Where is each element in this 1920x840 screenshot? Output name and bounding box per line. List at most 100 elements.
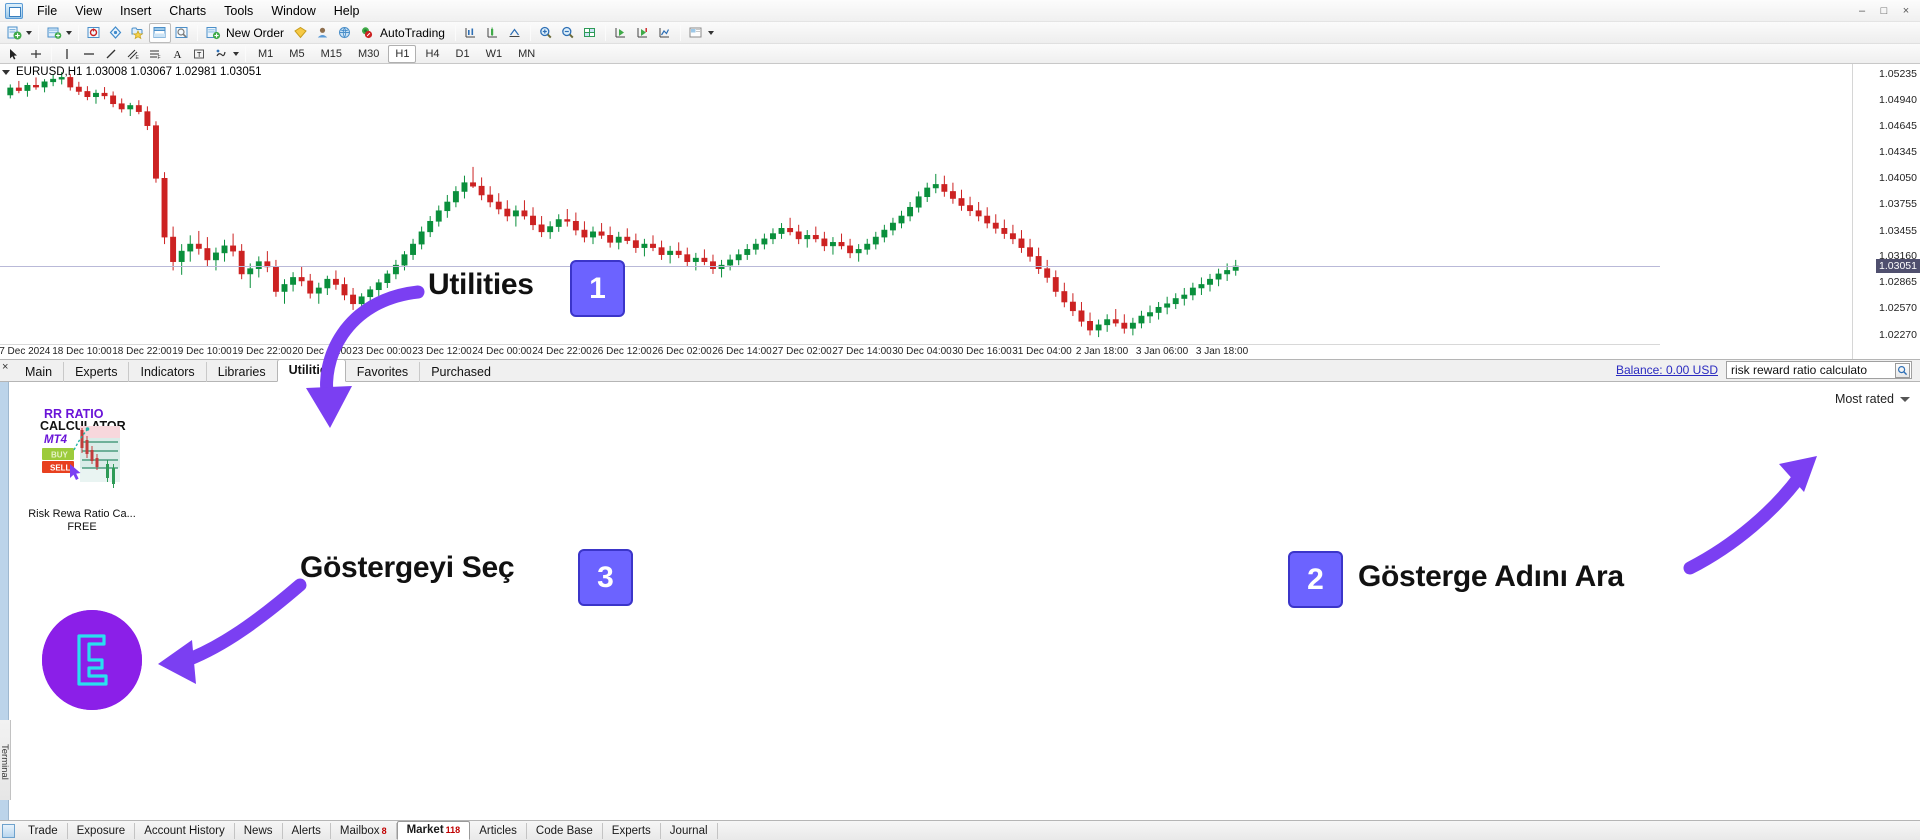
text-label-icon[interactable]: T [188, 44, 210, 64]
search-icon[interactable] [1895, 363, 1910, 378]
period-separators-icon[interactable] [482, 23, 504, 43]
market-tab-indicators[interactable]: Indicators [129, 362, 206, 382]
autotrading-label[interactable]: AutoTrading [378, 26, 451, 40]
market-tab-main[interactable]: Main [14, 362, 64, 382]
timeframe-w1[interactable]: W1 [479, 45, 510, 63]
menu-window[interactable]: Window [262, 1, 324, 21]
menu-help[interactable]: Help [325, 1, 369, 21]
terminal-tab-trade[interactable]: Trade [19, 823, 68, 839]
price-tick: 1.05235 [1879, 68, 1917, 80]
time-tick: 19 Dec 22:00 [232, 346, 292, 357]
terminal-tab-mailbox[interactable]: Mailbox8 [331, 823, 397, 839]
price-axis[interactable]: 1.052351.049401.046451.043451.040501.037… [1852, 64, 1920, 360]
tab-label: Alerts [292, 825, 321, 837]
timeframe-m5[interactable]: M5 [282, 45, 311, 63]
menu-charts[interactable]: Charts [160, 1, 215, 21]
menu-insert[interactable]: Insert [111, 1, 160, 21]
menu-tools[interactable]: Tools [215, 1, 262, 21]
terminal-tab-code-base[interactable]: Code Base [527, 823, 603, 839]
chevron-down-icon[interactable] [1900, 397, 1910, 402]
horizontal-line-icon[interactable] [78, 44, 100, 64]
timeframe-m30[interactable]: M30 [351, 45, 386, 63]
close-button[interactable]: × [1896, 3, 1916, 19]
terminal-tab-news[interactable]: News [235, 823, 283, 839]
fibonacci-icon[interactable]: F [144, 44, 166, 64]
terminal-tab-bar: Trade Exposure Account History News Aler… [0, 820, 1920, 840]
shapes-icon[interactable] [210, 44, 232, 64]
vertical-line-icon[interactable] [56, 44, 78, 64]
equidistant-channel-icon[interactable]: E [122, 44, 144, 64]
menu-file[interactable]: File [28, 1, 66, 21]
chart-collapse-icon[interactable] [2, 70, 10, 75]
data-window-icon[interactable] [105, 23, 127, 43]
time-axis: 17 Dec 202418 Dec 10:0018 Dec 22:0019 De… [0, 344, 1660, 359]
navigator-icon[interactable] [127, 23, 149, 43]
metaeditor-icon[interactable] [290, 23, 312, 43]
market-tab-experts[interactable]: Experts [64, 362, 129, 382]
market-tab-purchased[interactable]: Purchased [420, 362, 502, 382]
expert-advisors-icon[interactable] [312, 23, 334, 43]
autotrading-icon[interactable] [356, 23, 378, 43]
templates-icon[interactable] [685, 23, 707, 43]
templates-dropdown-icon[interactable] [708, 31, 714, 35]
timeframe-m1[interactable]: M1 [251, 45, 280, 63]
search-input[interactable]: risk reward ratio calculato [1726, 361, 1912, 379]
product-thumbnail[interactable]: RR RATIO CALCULATOR MT4 [30, 398, 134, 502]
zoom-out-icon[interactable] [557, 23, 579, 43]
menu-view[interactable]: View [66, 1, 111, 21]
crosshair-cursor-icon[interactable] [25, 44, 47, 64]
market-tab-libraries[interactable]: Libraries [207, 362, 277, 382]
profiles-dropdown-icon[interactable] [66, 31, 72, 35]
new-chart-icon[interactable] [3, 23, 25, 43]
timeframe-m15[interactable]: M15 [314, 45, 349, 63]
price-tick: 1.04345 [1879, 146, 1917, 158]
product-card[interactable]: RR RATIO CALCULATOR MT4 [27, 398, 137, 533]
terminal-icon[interactable] [2, 824, 15, 838]
app-logo-icon [5, 3, 23, 19]
timeframe-h1[interactable]: H1 [388, 45, 416, 63]
profiles-group [43, 23, 74, 43]
terminal-tab-exposure[interactable]: Exposure [68, 823, 136, 839]
product-name: Risk Rewa Ratio Ca... [27, 508, 137, 520]
maximize-button[interactable]: □ [1874, 3, 1894, 19]
crosshair-icon[interactable] [504, 23, 526, 43]
market-tab-favorites[interactable]: Favorites [346, 362, 420, 382]
terminal-tab-experts[interactable]: Experts [603, 823, 661, 839]
globe-icon[interactable] [334, 23, 356, 43]
text-icon[interactable]: A [166, 44, 188, 64]
new-order-icon[interactable] [202, 23, 224, 43]
profiles-icon[interactable] [43, 23, 65, 43]
market-panel: × Main Experts Indicators Libraries Util… [0, 360, 1920, 820]
shapes-dropdown-icon[interactable] [233, 52, 239, 56]
timeframe-d1[interactable]: D1 [449, 45, 477, 63]
line-chart-icon[interactable] [654, 23, 676, 43]
zoom-in-icon[interactable] [535, 23, 557, 43]
terminal-tab-alerts[interactable]: Alerts [283, 823, 331, 839]
terminal-tab-journal[interactable]: Journal [661, 823, 718, 839]
price-tick: 1.04645 [1879, 120, 1917, 132]
timeframe-h4[interactable]: H4 [418, 45, 446, 63]
timeframe-mn[interactable]: MN [511, 45, 542, 63]
sort-dropdown[interactable]: Most rated [1835, 392, 1910, 406]
new-chart-dropdown-icon[interactable] [26, 31, 32, 35]
market-watch-icon[interactable] [83, 23, 105, 43]
cursor-icon[interactable] [3, 44, 25, 64]
terminal-tab-market[interactable]: Market118 [397, 821, 471, 840]
svg-text:A: A [174, 49, 182, 61]
candlestick-chart-icon[interactable] [632, 23, 654, 43]
minimize-button[interactable]: – [1852, 3, 1872, 19]
terminal-icon[interactable] [149, 23, 171, 43]
strategy-tester-icon[interactable] [171, 23, 193, 43]
tile-windows-icon[interactable] [579, 23, 601, 43]
trendline-icon[interactable] [100, 44, 122, 64]
bar-chart-icon[interactable] [610, 23, 632, 43]
new-order-label[interactable]: New Order [224, 26, 290, 40]
terminal-tab-account-history[interactable]: Account History [135, 823, 235, 839]
market-close-icon[interactable]: × [2, 362, 8, 373]
balance-link[interactable]: Balance: 0.00 USD [1616, 363, 1718, 377]
market-tab-utilities[interactable]: Utilities [277, 359, 346, 382]
terminal-tab-articles[interactable]: Articles [470, 823, 527, 839]
indicators-icon[interactable] [460, 23, 482, 43]
chart-area[interactable]: EURUSD,H1 1.03008 1.03067 1.02981 1.0305… [0, 64, 1920, 360]
tab-label: Account History [144, 825, 225, 837]
